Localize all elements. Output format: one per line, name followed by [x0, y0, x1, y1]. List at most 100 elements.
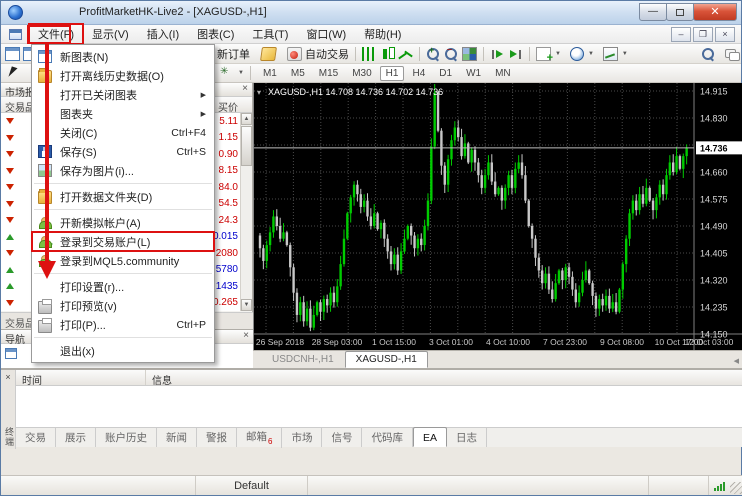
terminal-tab-ea[interactable]: EA	[413, 427, 447, 447]
periods-icon[interactable]	[570, 47, 584, 61]
file-menu-item[interactable]: 关闭(C)Ctrl+F4	[32, 123, 214, 142]
file-menu-item[interactable]: 打印(P)...Ctrl+P	[32, 315, 214, 334]
mdi-minimize-button[interactable]: –	[671, 27, 691, 42]
menubar-item[interactable]: 图表(C)	[188, 24, 243, 44]
menubar-item[interactable]: 窗口(W)	[297, 24, 355, 44]
mdi-close-button[interactable]: ×	[715, 27, 735, 42]
file-menu-item[interactable]: 打印预览(v)	[32, 296, 214, 315]
file-menu-item[interactable]: 登录到交易账户(L)	[32, 232, 214, 251]
navigator-item-icon	[5, 348, 17, 359]
auto-scroll-icon[interactable]	[490, 47, 505, 61]
menubar-item[interactable]: 显示(V)	[83, 24, 138, 44]
status-section	[649, 476, 709, 495]
chart-tab[interactable]: USDCNH-,H1	[261, 351, 345, 368]
zoom-out-icon[interactable]	[444, 47, 459, 61]
file-menu-item[interactable]: 打开离线历史数据(O)	[32, 66, 214, 85]
bar-chart-icon[interactable]	[362, 47, 377, 61]
objects-icon[interactable]	[219, 66, 234, 80]
file-menu-item[interactable]: 新图表(N)	[32, 47, 214, 66]
chart-tab[interactable]: XAGUSD-,H1	[345, 351, 428, 368]
connection-status-icon	[714, 482, 725, 491]
periods-dropdown-icon[interactable]: ▼	[588, 51, 594, 57]
file-menu-item[interactable]: 登录到MQL5.community	[32, 251, 214, 270]
file-menu-item[interactable]: 打印设置(r)...	[32, 277, 214, 296]
scroll-down-icon[interactable]: ▼	[241, 299, 252, 311]
tab-scroll-icon[interactable]: ◀	[734, 357, 739, 365]
timeframe-button-m1[interactable]: M1	[257, 66, 283, 81]
file-menu-item[interactable]: 开新模拟帐户(A)	[32, 213, 214, 232]
navigator-close-icon[interactable]: ×	[243, 330, 249, 341]
terminal-tab-item[interactable]: 警报	[197, 428, 237, 447]
menubar-item[interactable]: 帮助(H)	[355, 24, 410, 44]
message-column-header[interactable]: 信息	[146, 370, 742, 385]
indicators-dropdown-icon[interactable]: ▼	[555, 51, 561, 57]
market-watch-scrollbar[interactable]: ▲ ▼	[240, 113, 252, 311]
terminal-tab-item[interactable]: 市场	[282, 428, 322, 447]
timeframe-button-h1[interactable]: H1	[380, 66, 405, 81]
terminal-tab-item[interactable]: 新闻	[157, 428, 197, 447]
chart-shift-icon[interactable]	[508, 47, 523, 61]
market-watch-close-icon[interactable]: ×	[242, 83, 248, 94]
tile-windows-icon[interactable]	[462, 47, 477, 61]
minimize-button[interactable]: —	[639, 3, 667, 21]
search-icon[interactable]	[701, 47, 716, 61]
menubar-item[interactable]: 插入(I)	[138, 24, 188, 44]
chat-icon[interactable]	[725, 47, 740, 61]
line-chart-icon[interactable]	[398, 47, 413, 61]
terminal-tab-item[interactable]: 交易	[16, 428, 56, 447]
status-section	[308, 476, 649, 495]
svg-text:28 Sep 03:00: 28 Sep 03:00	[312, 337, 363, 347]
profile-status[interactable]: Default	[196, 476, 308, 495]
autotrading-icon[interactable]	[287, 47, 302, 61]
maximize-button[interactable]	[666, 3, 694, 21]
no-icon	[38, 107, 52, 120]
down-arrow-icon	[6, 135, 14, 141]
cursor-icon[interactable]	[6, 66, 21, 80]
terminal-tab-item[interactable]: 日志	[447, 428, 487, 447]
file-menu-item[interactable]: 打开已关闭图表▶	[32, 85, 214, 104]
terminal-tab-item[interactable]: 账户历史	[96, 428, 157, 447]
terminal-close-icon[interactable]: ×	[1, 372, 15, 382]
new-order-button[interactable]: 新订单	[217, 46, 250, 62]
terminal-tab-item[interactable]: 展示	[56, 428, 96, 447]
resize-grip[interactable]	[730, 482, 742, 494]
objects-dropdown-icon[interactable]: ▼	[238, 70, 244, 76]
timeframe-button-h4[interactable]: H4	[406, 66, 431, 81]
timeframe-button-m5[interactable]: M5	[285, 66, 311, 81]
menu-shortcut: Ctrl+P	[177, 319, 206, 331]
timeframe-button-d1[interactable]: D1	[433, 66, 458, 81]
candlestick-chart[interactable]: 14.91514.83014.66014.57514.49014.40514.3…	[254, 83, 742, 350]
terminal-tab-item[interactable]: 邮箱6	[237, 427, 282, 447]
scroll-up-icon[interactable]: ▲	[241, 113, 252, 125]
terminal-tab-item[interactable]: 代码库	[362, 428, 413, 447]
file-menu-item[interactable]: 退出(x)	[32, 341, 214, 360]
templates-dropdown-icon[interactable]: ▼	[622, 51, 628, 57]
file-menu-item[interactable]: 图表夹▶	[32, 104, 214, 123]
timeframe-button-m30[interactable]: M30	[346, 66, 377, 81]
file-menu-item-label: 登录到交易账户(L)	[60, 234, 206, 250]
timeframe-button-mn[interactable]: MN	[489, 66, 517, 81]
terminal-tab-item[interactable]: 信号	[322, 428, 362, 447]
file-menu-item[interactable]: 保存(S)Ctrl+S	[32, 142, 214, 161]
menubar-item[interactable]: 文件(F)	[29, 24, 83, 44]
timeframe-button-w1[interactable]: W1	[460, 66, 487, 81]
metaeditor-icon[interactable]	[260, 47, 277, 61]
close-button[interactable]: ✕	[693, 3, 737, 21]
zoom-in-icon[interactable]	[426, 47, 441, 61]
candlestick-icon[interactable]	[380, 47, 395, 61]
menubar-item[interactable]: 工具(T)	[243, 24, 297, 44]
templates-icon[interactable]	[603, 47, 618, 61]
file-menu-item[interactable]: 打开数据文件夹(D)	[32, 187, 214, 206]
scrollbar-thumb[interactable]	[241, 126, 252, 166]
svg-text:14.830: 14.830	[700, 114, 728, 124]
timeframe-button-m15[interactable]: M15	[313, 66, 344, 81]
indicators-icon[interactable]	[536, 47, 551, 61]
terminal-column-headers[interactable]: 时间 信息	[16, 370, 742, 386]
time-column-header[interactable]: 时间	[16, 370, 146, 385]
autotrading-button[interactable]: 自动交易	[305, 46, 349, 62]
mdi-restore-button[interactable]: ❐	[693, 27, 713, 42]
chart-window[interactable]: 14.91514.83014.66014.57514.49014.40514.3…	[253, 83, 742, 350]
down-arrow-icon	[6, 118, 14, 124]
file-menu-item[interactable]: 保存为图片(i)...	[32, 161, 214, 180]
new-chart-icon[interactable]	[5, 47, 20, 61]
